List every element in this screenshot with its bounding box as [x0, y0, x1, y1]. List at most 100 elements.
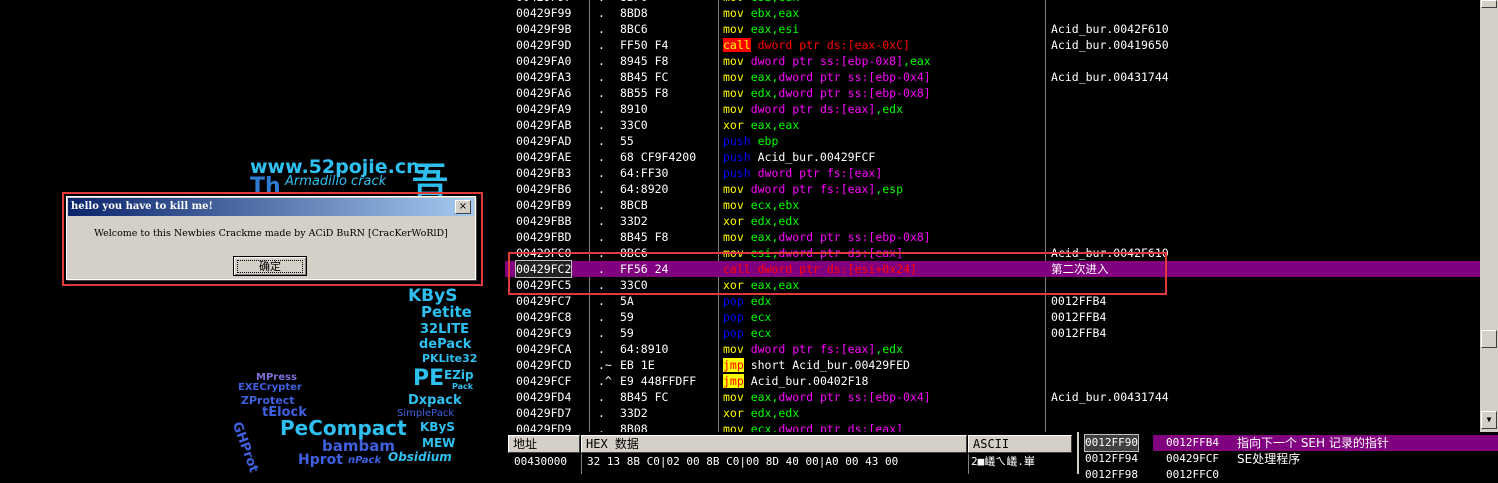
ok-button[interactable]: 确定 — [233, 256, 307, 276]
disasm-row[interactable]: 00429FBD. 8B45 F8 mov eax,dword ptr ss:[eb… — [505, 229, 1480, 245]
disasm-marker: . — [598, 54, 605, 68]
scroll-up-button[interactable] — [1481, 0, 1497, 8]
dialog-titlebar[interactable]: hello you have to kill me! × — [68, 198, 474, 216]
disasm-token: eax,eax — [750, 118, 800, 132]
hex-dump-pane[interactable]: 地址 HEX 数据 ASCII 00430000 32 13 8B C0|02 … — [505, 432, 1075, 474]
disasm-instruction: mov ecx,ebx — [723, 197, 799, 213]
disasm-token: mov — [723, 102, 751, 116]
stack-pane[interactable]: 0012FF90 0012FFB4 指向下一个 SEH 记录的指针 0012FF94 0… — [1077, 432, 1498, 481]
stack-row[interactable]: 0012FF98 0012FFC0 — [1079, 467, 1498, 483]
dump-header-address[interactable]: 地址 — [508, 435, 580, 453]
disasm-token: mov — [723, 422, 751, 432]
dump-header-ascii[interactable]: ASCII — [968, 435, 1072, 453]
disasm-address: 00429FCA — [516, 342, 572, 356]
disasm-token: ecx — [750, 326, 772, 340]
scroll-thumb[interactable] — [1481, 330, 1497, 348]
disasm-row[interactable]: 00429FCA. 64:8910 mov dword ptr fs:[eax],e… — [505, 341, 1480, 357]
disasm-instruction: mov dword ptr fs:[eax],edx — [723, 341, 903, 357]
wallpaper-word: EZip — [444, 368, 474, 382]
disasm-row[interactable]: 00429FB6. 64:8920 mov dword ptr fs:[eax],e… — [505, 181, 1480, 197]
disasm-address: 00429FAE — [516, 150, 572, 164]
wallpaper-word: Hprot — [298, 452, 343, 468]
disasm-instruction: push dword ptr fs:[eax] — [723, 165, 882, 181]
disasm-token: call — [723, 38, 751, 52]
disasm-instruction: mov eax,esi — [723, 21, 799, 37]
disasm-row[interactable]: 00429FAD. 55 push ebp — [505, 133, 1480, 149]
vertical-scrollbar[interactable] — [1480, 0, 1498, 432]
disasm-address: 00429F9D — [516, 38, 572, 52]
dump-row-hex[interactable]: 32 13 8B C0|02 00 8B C0|00 8D 40 00|A0 0… — [587, 454, 898, 470]
disasm-row[interactable]: 00429F9D. FF50 F4 call dword ptr ds:[eax-0… — [505, 37, 1480, 53]
stack-address: 0012FF98 — [1085, 468, 1138, 481]
wallpaper-word: 32LITE — [420, 322, 469, 337]
disasm-row[interactable]: 00429FAB. 33C0 xor eax,eax — [505, 117, 1480, 133]
disasm-address: 00429FB9 — [516, 198, 572, 212]
disasm-row[interactable]: 00429FAE. 68 CF9F4200 push Acid_bur.00429F… — [505, 149, 1480, 165]
wallpaper-word: Obsidium — [388, 450, 452, 464]
disasm-instruction: mov dword ptr ss:[ebp-0x8],eax — [723, 53, 931, 69]
disasm-token: ,eax — [903, 54, 931, 68]
disasm-hex: 8BCB — [620, 198, 648, 212]
stack-comment: SE处理程序 — [1237, 452, 1301, 466]
disasm-instruction: jmp short Acid_bur.00429FED — [723, 357, 910, 373]
disasm-address: 00429FB3 — [516, 166, 572, 180]
disassembly-pane[interactable]: 00429F97.8BF0mov esi,eax00429F99.8BD8mov… — [505, 0, 1480, 432]
disasm-address: 00429FAD — [516, 134, 572, 148]
disasm-hex: 33C0 — [620, 118, 648, 132]
disasm-hex: 64:FF30 — [620, 166, 669, 180]
disasm-token: eax, — [750, 390, 779, 404]
disasm-marker: .~ — [598, 358, 612, 372]
disasm-row[interactable]: 00429FD9. 8B08 mov ecx,dword ptr ds:[eax] — [505, 421, 1480, 432]
disasm-comment: Acid_bur.00419650 — [1051, 38, 1169, 52]
disasm-row[interactable]: 00429FA3. 8B45 FC mov eax,dword ptr ss:[eb… — [505, 69, 1480, 85]
disasm-hex: 33D2 — [620, 214, 648, 228]
stack-value: 00429FCF — [1166, 452, 1219, 465]
dump-header-hex[interactable]: HEX 数据 — [581, 435, 967, 453]
disasm-row[interactable]: 00429FB3. 64:FF30 push dword ptr fs:[eax] — [505, 165, 1480, 181]
disasm-token: mov — [723, 198, 751, 212]
disasm-row[interactable]: 00429FD7. 33D2 xor edx,edx — [505, 405, 1480, 421]
dump-row-address[interactable]: 00430000 — [514, 454, 567, 470]
disasm-hex: 8B45 FC — [620, 390, 669, 404]
disasm-hex: 59 — [620, 326, 634, 340]
disasm-address: 00429FA0 — [516, 54, 572, 68]
stack-row[interactable]: 0012FF90 0012FFB4 指向下一个 SEH 记录的指针 — [1079, 434, 1498, 452]
wallpaper-word: PE — [413, 366, 445, 391]
disasm-token: dword ptr ss:[ebp-0x8] — [750, 54, 904, 68]
disasm-marker: . — [598, 102, 605, 116]
disasm-marker: . — [598, 326, 605, 340]
disasm-row[interactable]: 00429F99. 8BD8 mov ebx,eax — [505, 5, 1480, 21]
disasm-row[interactable]: 00429FC8. 59 pop ecx 0012FFB4 — [505, 309, 1480, 325]
disasm-row[interactable]: 00429FCF .^ E9 448FFDFF jmp Acid_bur.00402F… — [505, 373, 1480, 389]
disasm-instruction: pop ecx — [723, 309, 771, 325]
disasm-row[interactable]: 00429FB9. 8BCB mov ecx,ebx — [505, 197, 1480, 213]
close-button[interactable]: × — [455, 200, 471, 214]
scroll-down-button[interactable]: ▼ — [1481, 411, 1497, 429]
disasm-address: 00429F99 — [516, 6, 572, 20]
disasm-instruction: mov eax,dword ptr ss:[ebp-0x4] — [723, 69, 931, 85]
disasm-marker: . — [598, 6, 605, 20]
disasm-row[interactable]: 00429FBB. 33D2 xor edx,edx — [505, 213, 1480, 229]
disasm-token: mov — [723, 390, 751, 404]
disasm-row[interactable]: 00429FC9. 59 pop ecx 0012FFB4 — [505, 325, 1480, 341]
disasm-token: dword ptr fs:[eax] — [757, 166, 883, 180]
disasm-row[interactable]: 00429FD4. 8B45 FC mov eax,dword ptr ss:[eb… — [505, 389, 1480, 405]
disasm-row[interactable]: 00429FCD .~ EB 1E jmp short Acid_bur.00429F… — [505, 357, 1480, 373]
disasm-marker: . — [598, 406, 605, 420]
disasm-marker: . — [598, 70, 605, 84]
disasm-row[interactable]: 00429FA9. 8910 mov dword ptr ds:[eax],edx — [505, 101, 1480, 117]
stack-row[interactable]: 0012FF94 00429FCF SE处理程序 — [1079, 451, 1498, 467]
disasm-token: dword ptr fs:[eax] — [750, 182, 876, 196]
disasm-token: edx, — [750, 86, 779, 100]
disasm-hex: 8945 F8 — [620, 54, 669, 68]
disasm-row[interactable]: 00429FC7. 5A pop edx 0012FFB4 — [505, 293, 1480, 309]
disasm-row[interactable]: 00429FA0. 8945 F8 mov dword ptr ss:[ebp-0x… — [505, 53, 1480, 69]
dump-row-ascii[interactable]: 2■嶬ㄟ嶬.崋 — [971, 454, 1035, 470]
wallpaper-word: PKLite32 — [422, 352, 478, 365]
disasm-row[interactable]: 00429FA6. 8B55 F8 mov edx,dword ptr ss:[eb… — [505, 85, 1480, 101]
disasm-row[interactable]: 00429F9B. 8BC6 mov eax,esi Acid_bur.0042F61… — [505, 21, 1480, 37]
wallpaper-word: GHProt — [228, 420, 262, 474]
disasm-token: eax, — [750, 230, 779, 244]
wallpaper-armadillo-text: Armadillo crack — [285, 174, 387, 189]
wallpaper-word: Petite — [421, 303, 472, 321]
